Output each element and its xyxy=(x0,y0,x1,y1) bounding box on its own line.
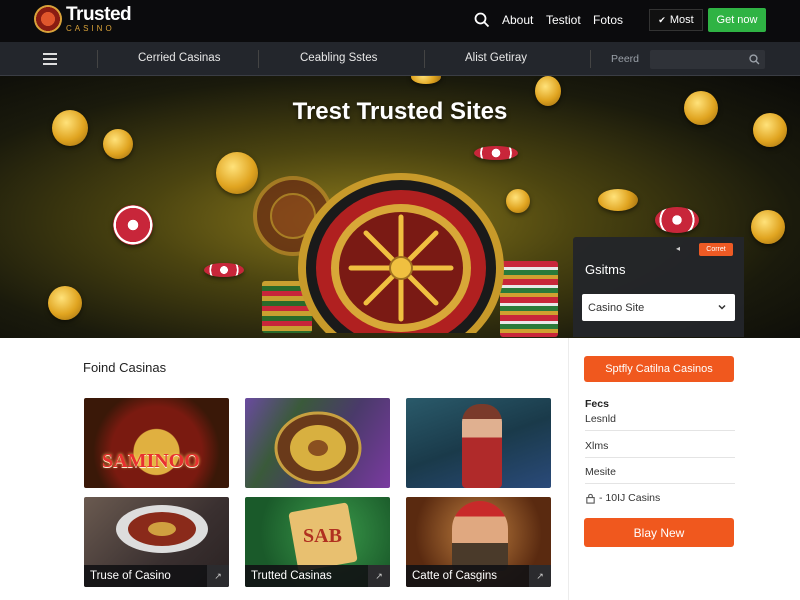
subnav-item-casinos[interactable]: Cerried Casinas xyxy=(138,52,220,64)
sidebar-item[interactable]: Lesnld xyxy=(585,413,735,425)
nav-divider xyxy=(97,50,98,68)
specify-casinos-button[interactable]: Sptfly Catilna Casinos xyxy=(584,356,734,382)
casino-site-select[interactable]: Casino Site xyxy=(582,294,735,321)
casino-tile[interactable]: SAMINOO xyxy=(84,398,229,488)
play-now-button[interactable]: Blay New xyxy=(584,518,734,547)
sidebar-heading: Fecs xyxy=(585,398,609,410)
tile-caption: Trutted Casinas ↗ xyxy=(245,565,390,587)
brand-logo[interactable]: Trusted CASINO xyxy=(34,4,132,33)
gold-coin xyxy=(506,189,530,213)
gold-coin xyxy=(48,286,82,320)
arrow-icon: ◂ xyxy=(676,244,681,253)
poker-chip xyxy=(113,205,153,245)
gold-coin xyxy=(216,152,258,194)
expand-icon[interactable]: ↗ xyxy=(529,565,551,587)
nav-divider xyxy=(424,50,425,68)
sidebar-item[interactable]: Mesite xyxy=(585,466,735,478)
sidebar-item-label: - 10IJ Casins xyxy=(599,492,661,504)
gold-coin xyxy=(751,210,785,244)
gold-coin xyxy=(411,76,441,84)
tile-image-text: SAMINOO xyxy=(102,450,200,472)
gold-coin xyxy=(103,129,133,159)
nav-link-testimonials[interactable]: Testiot xyxy=(546,13,581,27)
most-button-label: Most xyxy=(669,14,694,26)
get-now-button[interactable]: Get now xyxy=(708,8,766,32)
filter-card-title: Gsitms xyxy=(585,262,626,277)
roulette-logo-icon xyxy=(34,5,62,33)
checkmark-icon: ✔ xyxy=(658,14,666,25)
brand-name: Trusted xyxy=(66,4,132,25)
divider xyxy=(585,483,735,484)
nav-divider xyxy=(258,50,259,68)
hero-banner: Trest Trusted Sites ◂ Corret Gsitms Casi… xyxy=(0,76,800,338)
filter-card: ◂ Corret Gsitms Casino Site xyxy=(573,237,744,337)
roulette-image xyxy=(274,411,362,484)
select-value: Casino Site xyxy=(588,301,645,314)
tile-caption: Catte of Casgins ↗ xyxy=(406,565,551,587)
chevron-down-icon xyxy=(718,304,726,310)
casino-tile[interactable]: Catte of Casgins ↗ xyxy=(406,497,551,587)
poker-chip xyxy=(474,146,518,160)
hamburger-menu-icon[interactable] xyxy=(43,53,57,65)
roulette-wheel xyxy=(298,173,504,333)
poker-chip xyxy=(204,263,244,277)
expand-icon[interactable]: ↗ xyxy=(207,565,229,587)
expand-icon[interactable]: ↗ xyxy=(368,565,390,587)
tile-caption-text: Trutted Casinas xyxy=(251,570,332,582)
status-badge: Corret xyxy=(699,243,733,256)
nav-divider xyxy=(590,50,591,68)
tile-caption: Truse of Casino ↗ xyxy=(84,565,229,587)
character-figure xyxy=(462,404,502,488)
search-icon[interactable] xyxy=(474,12,490,28)
divider xyxy=(585,457,735,458)
brand-subtitle: CASINO xyxy=(66,24,115,33)
most-button[interactable]: ✔ Most xyxy=(649,9,703,31)
gold-coin xyxy=(598,189,638,211)
casino-tile[interactable]: SAB Trutted Casinas ↗ xyxy=(245,497,390,587)
nav-link-photos[interactable]: Fotos xyxy=(593,13,623,27)
divider xyxy=(585,430,735,431)
search-label: Peerd xyxy=(611,53,640,65)
hero-title: Trest Trusted Sites xyxy=(292,98,508,125)
lock-icon xyxy=(586,493,595,504)
casino-tile[interactable] xyxy=(406,398,551,488)
secondary-navbar: Cerried Casinas Ceabling Sstes Alist Get… xyxy=(0,42,800,76)
chip-stack xyxy=(500,261,558,337)
nav-link-about[interactable]: About xyxy=(502,13,533,27)
top-navbar: Trusted CASINO About Testiot Fotos ✔ Mos… xyxy=(0,0,800,42)
casino-tile[interactable] xyxy=(245,398,390,488)
casino-tile[interactable]: Truse of Casino ↗ xyxy=(84,497,229,587)
roulette-image xyxy=(116,505,208,553)
subnav-item-sites[interactable]: Ceabling Sstes xyxy=(300,52,377,64)
subnav-item-gallery[interactable]: Alist Getiray xyxy=(465,52,527,64)
section-title: Foind Casinas xyxy=(83,360,167,375)
tile-caption-text: Catte of Casgins xyxy=(412,570,498,582)
tile-image-text: SAB xyxy=(303,525,342,547)
search-icon[interactable] xyxy=(749,54,760,65)
sidebar-item-count[interactable]: - 10IJ Casins xyxy=(585,492,735,504)
tile-caption-text: Truse of Casino xyxy=(90,570,171,582)
character-figure xyxy=(452,501,508,571)
search-input[interactable] xyxy=(650,50,765,69)
poker-chip xyxy=(655,207,699,233)
sidebar-item[interactable]: Xlms xyxy=(585,440,735,452)
